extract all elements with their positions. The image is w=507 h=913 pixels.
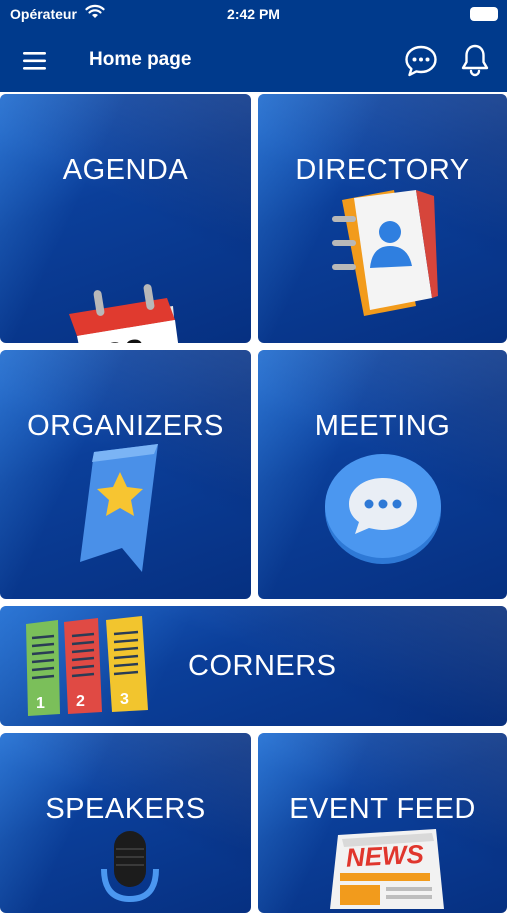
corner-number-2: 2 [76,693,85,710]
corner-number-3: 3 [120,691,129,708]
tile-label: SPEAKERS [45,793,206,825]
battery-icon [470,7,498,21]
clock: 2:42 PM [227,6,280,22]
tile-label: DIRECTORY [295,154,470,186]
calendar-icon: 22 [69,284,179,343]
newspaper-icon: NEWS [330,829,444,909]
newspaper-headline: NEWS [345,839,425,873]
status-bar: Opérateur 2:42 PM [0,0,507,30]
tile-directory[interactable]: DIRECTORY [258,94,507,343]
address-book-icon [332,190,438,316]
chat-bubble-icon [325,454,441,564]
chat-icon[interactable] [404,44,438,78]
tile-event-feed[interactable]: EVENT FEED NEWS [258,733,507,913]
numbered-posts-icon: 1 2 3 [26,616,148,716]
page-title: Home page [89,49,192,70]
tile-meeting[interactable]: MEETING [258,350,507,599]
microphone-icon [101,831,159,903]
menu-icon[interactable] [22,50,48,72]
tile-label: MEETING [314,410,451,442]
tile-organizers[interactable]: ORGANIZERS [0,350,251,599]
tile-agenda[interactable]: AGENDA 22 [0,94,251,343]
bell-icon[interactable] [459,43,491,77]
tile-label: ORGANIZERS [27,410,224,442]
tile-corners[interactable]: CORNERS 1 2 3 [0,606,507,726]
tile-label: CORNERS [188,650,337,682]
tile-label: AGENDA [62,154,189,186]
corner-number-1: 1 [36,695,45,712]
tile-label: EVENT FEED [289,793,476,825]
tile-speakers[interactable]: SPEAKERS [0,733,251,913]
app-header: Home page [0,30,507,92]
star-ribbon-icon [80,444,158,572]
